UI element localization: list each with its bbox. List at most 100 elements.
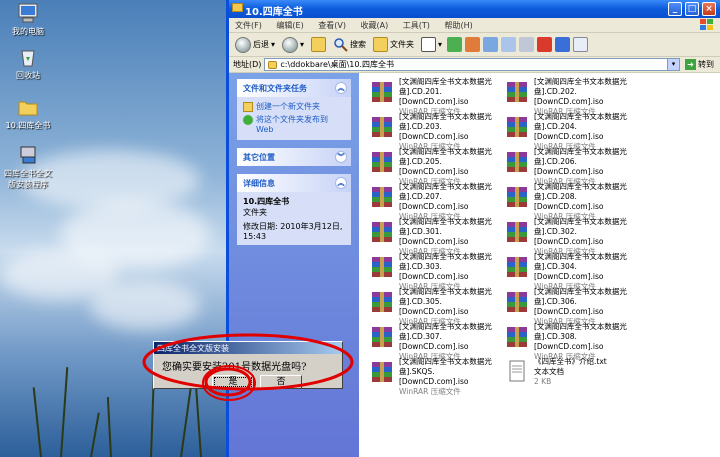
panel-header[interactable]: 其它位置 ︾	[237, 148, 351, 166]
recycle-bin-icon	[21, 50, 35, 67]
task-publish-web[interactable]: 将这个文件夹发布到 Web	[243, 114, 345, 134]
task-label: 将这个文件夹发布到 Web	[256, 115, 328, 134]
refresh-icon[interactable]	[447, 37, 463, 52]
installer-icon	[20, 146, 36, 164]
file-name-line2: 盘].CD.202.[DownCD.com].iso	[534, 87, 604, 106]
winrar-archive-icon	[507, 222, 527, 242]
toolbar: 后退 ▾ ▾ 搜索 文件夹 ▾	[229, 33, 720, 57]
delete-icon[interactable]	[537, 37, 553, 52]
install-dialog: 四库全书全文版安装 您确实要安装201号数据光盘吗? 是 否	[153, 341, 343, 389]
search-button[interactable]: 搜索	[331, 36, 368, 54]
go-button[interactable]: ➜ 转到	[683, 59, 716, 70]
file-item[interactable]: [文渊阁四库全书文本数据光 盘].CD.305.[DownCD.com].iso W…	[369, 287, 499, 326]
window-title: 10.四库全书	[245, 7, 303, 18]
winrar-archive-icon	[372, 327, 392, 347]
winrar-archive-icon	[372, 187, 392, 207]
menu-file[interactable]: 文件(F)	[235, 21, 262, 30]
folder-icon	[268, 60, 278, 69]
winrar-archive-icon	[372, 222, 392, 242]
dialog-title[interactable]: 四库全书全文版安装	[154, 342, 342, 354]
file-list: [文渊阁四库全书文本数据光 盘].CD.201.[DownCD.com].iso W…	[363, 73, 720, 457]
minimize-button[interactable]: _	[668, 2, 682, 16]
file-item[interactable]: [文渊阁四库全书文本数据光 盘].CD.306.[DownCD.com].iso W…	[504, 287, 634, 326]
file-item[interactable]: [文渊阁四库全书文本数据光 盘].CD.202.[DownCD.com].iso W…	[504, 77, 634, 116]
winrar-archive-icon	[507, 292, 527, 312]
details-name: 10.四库全书	[243, 197, 290, 206]
file-item[interactable]: [文渊阁四库全书文本数据光 盘].CD.303.[DownCD.com].iso W…	[369, 252, 499, 291]
address-bar: 地址(D) c:\ddokbare\桌面\10.四库全书 ▾ ➜ 转到	[229, 57, 720, 73]
menu-edit[interactable]: 编辑(E)	[276, 21, 303, 30]
file-item[interactable]: [文渊阁四库全书文本数据光 盘].CD.201.[DownCD.com].iso W…	[369, 77, 499, 116]
views-button[interactable]: ▾	[419, 36, 444, 54]
file-name: [文渊阁四库全书文本数据光	[399, 147, 492, 156]
properties-icon[interactable]	[573, 37, 589, 52]
collapse-icon: ︽	[335, 177, 347, 189]
back-button[interactable]: 后退 ▾	[233, 36, 277, 54]
file-item[interactable]: [文渊阁四库全书文本数据光 盘].CD.203.[DownCD.com].iso W…	[369, 112, 499, 151]
task-new-folder[interactable]: 创建一个新文件夹	[243, 101, 345, 112]
file-item[interactable]: 《四库全书》介绍.txt 文本文档 2 KB	[504, 357, 634, 391]
file-item[interactable]: [文渊阁四库全书文本数据光 盘].CD.308.[DownCD.com].iso W…	[504, 322, 634, 361]
winrar-archive-icon	[507, 187, 527, 207]
cut-icon[interactable]	[519, 37, 535, 52]
globe-icon	[243, 115, 253, 125]
file-name-line2: 盘].CD.207.[DownCD.com].iso	[399, 192, 469, 211]
file-name-line2: 文本文档	[534, 367, 564, 376]
maximize-button[interactable]: □	[685, 2, 699, 16]
menu-favorites[interactable]: 收藏(A)	[361, 21, 389, 30]
file-name: [文渊阁四库全书文本数据光	[534, 182, 627, 191]
file-name: 《四库全书》介绍.txt	[534, 357, 607, 366]
file-item[interactable]: [文渊阁四库全书文本数据光 盘].CD.307.[DownCD.com].iso W…	[369, 322, 499, 361]
panel-header[interactable]: 详细信息 ︽	[237, 174, 351, 192]
folders-button[interactable]: 文件夹	[371, 36, 416, 54]
file-item[interactable]: [文渊阁四库全书文本数据光 盘].CD.205.[DownCD.com].iso W…	[369, 147, 499, 186]
desktop-icon-recycle-bin[interactable]: 回收站	[2, 46, 54, 81]
file-item[interactable]: [文渊阁四库全书文本数据光 盘].CD.304.[DownCD.com].iso W…	[504, 252, 634, 291]
file-item[interactable]: [文渊阁四库全书文本数据光 盘].CD.206.[DownCD.com].iso W…	[504, 147, 634, 186]
file-name-line2: 盘].CD.304.[DownCD.com].iso	[534, 262, 604, 281]
menu-help[interactable]: 帮助(H)	[444, 21, 472, 30]
folder-icon	[232, 3, 243, 12]
winrar-archive-icon	[372, 152, 392, 172]
file-name-line2: 盘].SKQS.[DownCD.com].iso	[399, 367, 469, 386]
file-name: [文渊阁四库全书文本数据光	[399, 77, 492, 86]
chevron-down-icon: ▾	[271, 40, 276, 49]
file-tasks-panel: 文件和文件夹任务 ︽ 创建一个新文件夹 将这个文件夹发布到 Web	[237, 79, 351, 140]
desktop-icon-my-computer[interactable]: 我的电脑	[2, 2, 54, 37]
menu-view[interactable]: 查看(V)	[318, 21, 346, 30]
no-button[interactable]: 否	[260, 375, 302, 389]
copy-to-icon[interactable]	[501, 37, 517, 52]
file-item[interactable]: [文渊阁四库全书文本数据光 盘].CD.301.[DownCD.com].iso W…	[369, 217, 499, 256]
desktop-icon-label: 我的电脑	[12, 27, 44, 36]
file-name: [文渊阁四库全书文本数据光	[534, 112, 627, 121]
file-item[interactable]: [文渊阁四库全书文本数据光 盘].SKQS.[DownCD.com].iso Win…	[369, 357, 499, 396]
file-item[interactable]: [文渊阁四库全书文本数据光 盘].CD.204.[DownCD.com].iso W…	[504, 112, 634, 151]
home-icon[interactable]	[465, 37, 481, 52]
winrar-archive-icon	[507, 327, 527, 347]
file-name-line2: 盘].CD.201.[DownCD.com].iso	[399, 87, 469, 106]
file-name-line2: 盘].CD.302.[DownCD.com].iso	[534, 227, 604, 246]
file-item[interactable]: [文渊阁四库全书文本数据光 盘].CD.208.[DownCD.com].iso W…	[504, 182, 634, 221]
window-titlebar[interactable]: 10.四库全书 _ □ ×	[229, 0, 720, 18]
undo-icon[interactable]	[555, 37, 571, 52]
move-to-icon[interactable]	[483, 37, 499, 52]
yes-button[interactable]: 是	[212, 375, 254, 389]
file-name-line2: 盘].CD.205.[DownCD.com].iso	[399, 157, 469, 176]
address-input[interactable]: c:\ddokbare\桌面\10.四库全书 ▾	[264, 58, 680, 71]
file-item[interactable]: [文渊阁四库全书文本数据光 盘].CD.207.[DownCD.com].iso W…	[369, 182, 499, 221]
panel-header[interactable]: 文件和文件夹任务 ︽	[237, 79, 351, 97]
chevron-down-icon[interactable]: ▾	[667, 59, 679, 70]
file-name-line2: 盘].CD.301.[DownCD.com].iso	[399, 227, 469, 246]
desktop-icon-folder[interactable]: 10.四库全书	[2, 96, 54, 131]
close-button[interactable]: ×	[702, 2, 716, 16]
forward-button[interactable]: ▾	[280, 36, 306, 54]
text-file-icon	[509, 360, 525, 382]
desktop-icon-installer[interactable]: 四库全书全文版安装程序	[2, 144, 54, 190]
up-button[interactable]	[309, 36, 328, 54]
file-name: [文渊阁四库全书文本数据光	[534, 77, 627, 86]
back-arrow-icon	[235, 36, 251, 53]
file-item[interactable]: [文渊阁四库全书文本数据光 盘].CD.302.[DownCD.com].iso W…	[504, 217, 634, 256]
winrar-archive-icon	[372, 292, 392, 312]
menu-tools[interactable]: 工具(T)	[403, 21, 430, 30]
winrar-archive-icon	[507, 82, 527, 102]
